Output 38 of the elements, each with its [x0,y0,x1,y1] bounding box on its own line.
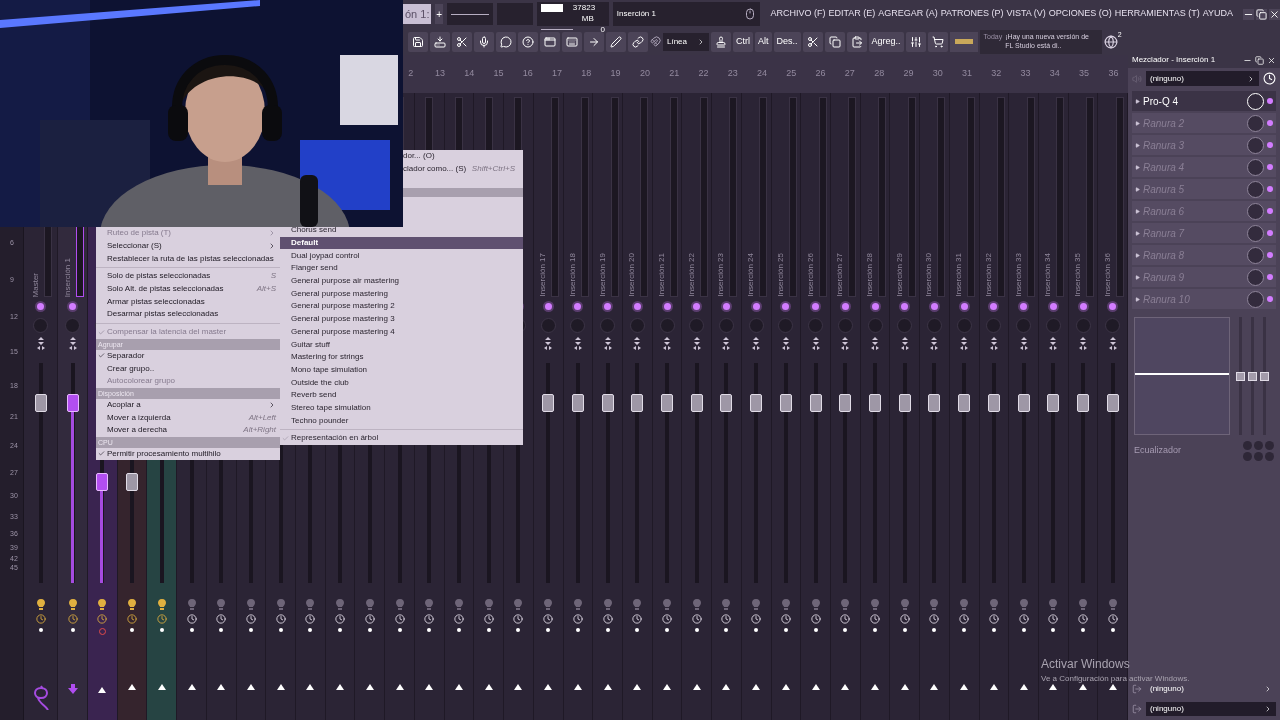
ruler-number: 22 [697,67,710,81]
ruler-number: 24 [756,67,768,81]
ruler-number: 15 [492,67,505,81]
ruler-number: 27 [843,67,856,81]
ruler-number: 23 [726,67,739,81]
ruler-number: 26 [814,67,827,81]
ruler-number: 14 [463,67,476,81]
shortcut-label: Alt+S [256,283,276,296]
ruler-number: 17 [551,67,564,81]
ruler-number: 32 [990,67,1003,81]
ruler-number: 29 [902,67,915,81]
ruler-number: 36 [1107,67,1120,81]
cpu-value: 37 [572,2,582,14]
shortcut-label: Alt+Left [248,411,276,424]
ruler-number: 25 [785,67,798,81]
ruler-number: 21 [668,67,681,81]
shortcut-label: Alt+Right [243,424,276,437]
ruler-number: 35 [1078,67,1091,81]
slot-name: Pro-Q 4 [1143,94,1179,109]
ruler-number: 16 [521,67,534,81]
panel-title: Mezclador - Inserción 1 [1132,54,1216,66]
activation-title: Activar Windows [1041,656,1131,673]
eq-label: Ecualizador [1134,444,1182,458]
ruler-number: 19 [609,67,622,81]
ruler-number: 34 [1048,67,1061,81]
ruler-number: 18 [580,67,593,81]
ruler-number: 20 [638,67,651,81]
shortcut-label: S [270,270,276,283]
ruler-number: 33 [1019,67,1032,81]
ruler-number: 31 [960,67,973,81]
polyphony-value: 0 [599,24,605,35]
ruler-number: 2 [407,67,415,81]
memory-value: 823 MB [581,2,597,24]
hint-text: Inserción 1 [616,8,656,20]
ruler-number: 28 [873,67,886,81]
ruler-number: 13 [433,67,446,81]
activation-text: Ve a Configuración para activar Windows. [1041,673,1190,685]
ruler-number: 30 [931,67,944,81]
